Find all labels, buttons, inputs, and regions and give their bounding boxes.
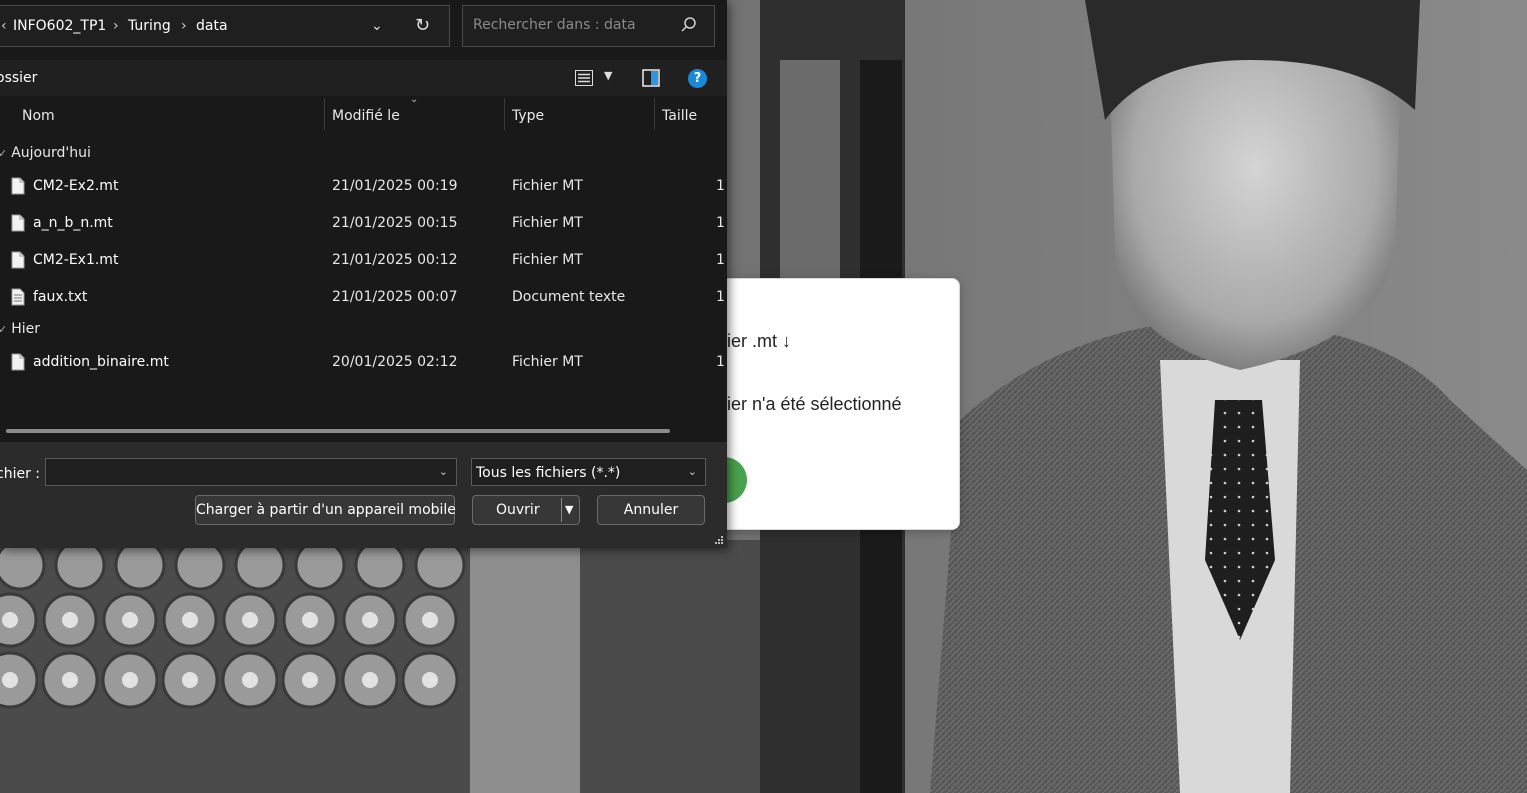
chevron-down-icon[interactable]: ▼ [565,496,573,524]
chevron-down-icon: ✓ [0,323,8,336]
file-size: 1 [716,354,725,370]
upload-from-mobile-button[interactable]: Charger à partir d'un appareil mobile [195,495,456,525]
file-row[interactable]: addition_binaire.mt 20/01/2025 02:12 Fic… [0,353,727,389]
file-icon [11,353,25,371]
search-input[interactable] [471,16,675,34]
group-header-today[interactable]: ✓ Aujourd'hui [0,145,91,161]
help-icon[interactable]: ? [688,69,707,88]
chevron-down-icon: ✓ [0,147,8,160]
search-icon[interactable] [680,16,698,34]
file-icon [11,251,25,269]
toolbar: ossier ▼ ? [0,60,727,96]
upload-card: ier .mt ↓ ier n'a été sélectionné [690,278,960,530]
resize-grip-icon[interactable] [714,535,724,545]
column-divider[interactable] [324,98,325,130]
no-file-selected-text: ier n'a été sélectionné [727,394,902,414]
file-type: Fichier MT [512,252,583,268]
file-name: faux.txt [33,289,88,305]
file-name: CM2-Ex1.mt [33,252,119,268]
file-prompt-text: ier .mt ↓ [727,331,792,351]
file-icon [11,214,25,232]
group-header-yesterday[interactable]: ✓ Hier [0,321,40,337]
file-name: a_n_b_n.mt [33,215,113,231]
text-file-icon [11,288,25,306]
file-size: 1 [716,178,725,194]
file-type: Fichier MT [512,178,583,194]
chevron-right-icon: › [181,18,187,34]
column-divider[interactable] [504,98,505,130]
open-button[interactable]: Ouvrir ▼ [472,495,580,525]
file-size: 1 [716,252,725,268]
chevron-right-icon: ‹ [1,18,7,34]
file-size: 1 [716,215,725,231]
column-header-modified[interactable]: Modifié le [332,108,400,124]
preview-pane-icon[interactable] [642,69,660,87]
open-button-label: Ouvrir [496,502,540,518]
file-size: 1 [716,289,725,305]
group-label: Hier [11,321,41,337]
filename-field[interactable]: ⌄ [45,458,457,486]
file-modified: 21/01/2025 00:19 [332,178,458,194]
file-type: Document texte [512,289,626,305]
file-modified: 21/01/2025 00:07 [332,289,458,305]
split-divider [561,498,562,522]
new-folder-button[interactable]: ossier [0,70,37,86]
file-row[interactable]: a_n_b_n.mt 21/01/2025 00:15 Fichier MT 1 [0,214,727,250]
cancel-button[interactable]: Annuler [597,495,705,525]
chevron-right-icon: › [113,18,119,34]
file-modified: 20/01/2025 02:12 [332,354,458,370]
breadcrumb-item-info602[interactable]: INFO602_TP1 [13,18,106,34]
horizontal-scrollbar[interactable] [6,429,670,433]
dialog-footer: chier : ⌄ Tous les fichiers (*.*) ⌄ Char… [0,442,727,548]
column-divider[interactable] [654,98,655,130]
view-list-icon[interactable] [575,70,593,86]
chevron-down-icon[interactable]: ⌄ [688,465,697,478]
file-name: addition_binaire.mt [33,354,169,370]
file-row[interactable]: CM2-Ex1.mt 21/01/2025 00:12 Fichier MT 1 [0,251,727,287]
file-modified: 21/01/2025 00:12 [332,252,458,268]
chevron-down-icon[interactable]: ⌄ [439,465,448,478]
search-box[interactable] [462,5,715,47]
file-row[interactable]: CM2-Ex2.mt 21/01/2025 00:19 Fichier MT 1 [0,177,727,213]
breadcrumb-item-turing[interactable]: Turing [128,18,171,34]
file-modified: 21/01/2025 00:15 [332,215,458,231]
file-name: CM2-Ex2.mt [33,178,119,194]
file-icon [11,177,25,195]
file-type: Fichier MT [512,215,583,231]
file-open-dialog: ‹ INFO602_TP1 › Turing › data ⌄ ↻ ossier… [0,0,727,548]
refresh-icon[interactable]: ↻ [415,15,430,36]
filename-label: chier : [0,466,40,482]
breadcrumb-item-data[interactable]: data [196,18,228,34]
filetype-value: Tous les fichiers (*.*) [476,465,621,481]
chevron-down-icon[interactable]: ▼ [604,69,612,82]
file-type: Fichier MT [512,354,583,370]
address-bar[interactable]: ‹ INFO602_TP1 › Turing › data ⌄ ↻ [0,5,450,47]
group-label: Aujourd'hui [11,145,91,161]
sort-indicator-icon: ⌄ [410,94,419,105]
column-header-name[interactable]: Nom [22,108,55,124]
filetype-select[interactable]: Tous les fichiers (*.*) ⌄ [471,458,706,486]
file-row[interactable]: faux.txt 21/01/2025 00:07 Document texte… [0,288,727,324]
chevron-down-icon[interactable]: ⌄ [371,18,383,34]
column-header-type[interactable]: Type [512,108,544,124]
column-header-size[interactable]: Taille [662,108,697,124]
